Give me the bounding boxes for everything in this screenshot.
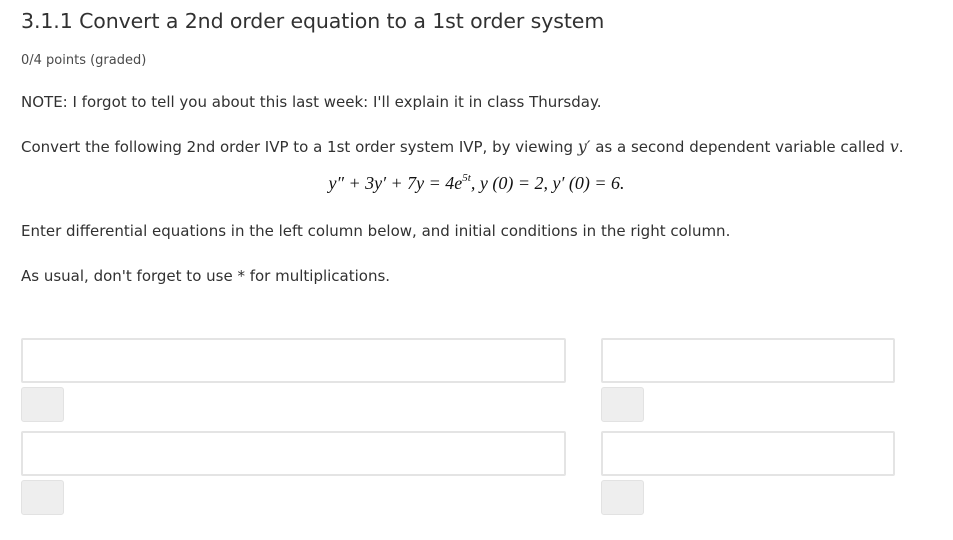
usage-note: As usual, don't forget to use * for mult… <box>21 267 391 285</box>
convert-text-start: Convert the following 2nd order IVP to a… <box>21 138 578 156</box>
check-button-condition-1[interactable] <box>601 387 644 422</box>
initial-condition-input-2[interactable] <box>601 431 895 476</box>
enter-instruction: Enter differential equations in the left… <box>21 222 731 240</box>
differential-equation-input-2[interactable] <box>21 431 566 476</box>
problem-title: 3.1.1 Convert a 2nd order equation to a … <box>21 9 605 33</box>
note-text: NOTE: I forgot to tell you about this la… <box>21 93 602 111</box>
convert-text-middle: as a second dependent variable called <box>590 138 890 156</box>
variable-v: v <box>889 137 899 156</box>
check-button-equation-1[interactable] <box>21 387 64 422</box>
convert-text-end: . <box>898 138 904 156</box>
check-button-condition-2[interactable] <box>601 480 644 515</box>
ivp-equation: y″ + 3y′ + 7y = 4e5t, y (0) = 2, y′ (0) … <box>0 172 953 194</box>
variable-y-prime: y′ <box>577 137 591 156</box>
differential-equation-input-1[interactable] <box>21 338 566 383</box>
equation-exponent: 5t <box>462 172 471 184</box>
points-status: 0/4 points (graded) <box>21 53 147 68</box>
check-button-equation-2[interactable] <box>21 480 64 515</box>
initial-condition-input-1[interactable] <box>601 338 895 383</box>
problem-page: 3.1.1 Convert a 2nd order equation to a … <box>0 0 953 540</box>
convert-instruction: Convert the following 2nd order IVP to a… <box>21 137 904 156</box>
equation-lhs: y″ + 3y′ + 7y = 4e <box>328 173 463 193</box>
equation-initial-conditions: , y (0) = 2, y′ (0) = 6. <box>470 173 625 193</box>
